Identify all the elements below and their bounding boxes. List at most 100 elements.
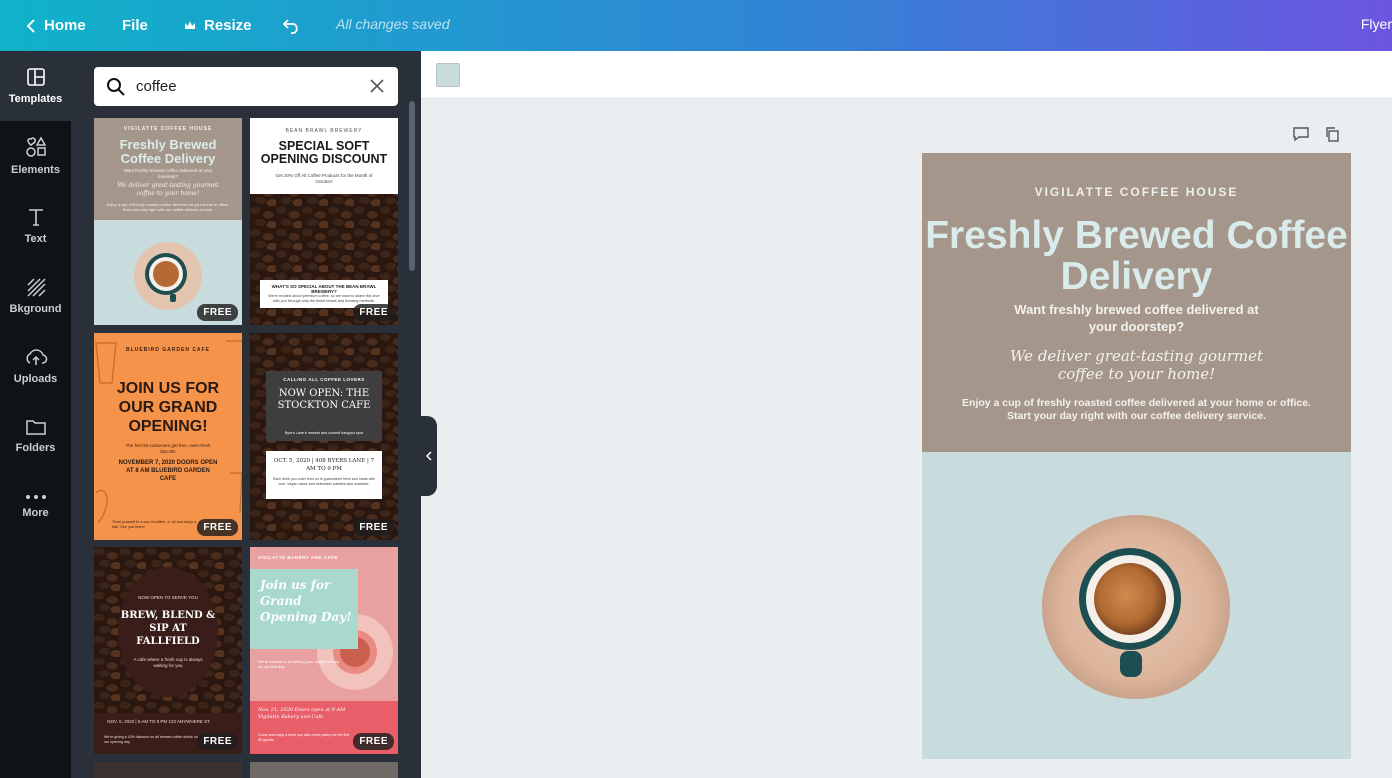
free-badge: FREE [197,519,238,536]
template-thumbnail[interactable]: VIGILATTE COFFEE HOUSE Freshly Brewed Co… [94,118,242,325]
rail-label: Uploads [13,373,58,385]
more-icon [25,495,46,499]
resize-label: Resize [204,17,252,34]
template-thumbnail[interactable] [94,762,242,778]
thumb-card: CALLING ALL COFFEE LOVERS NOW OPEN: THE … [266,371,382,441]
thumb-text: OCT. 5, 2020 | 408 BYERS LANE | 7 AM TO … [273,458,375,472]
duplicate-icon[interactable] [1324,126,1340,142]
template-thumbnail[interactable] [250,762,398,778]
rail-item-background[interactable]: Bkground [0,261,71,331]
thumb-card: OCT. 5, 2020 | 408 BYERS LANE | 7 AM TO … [266,451,382,499]
thumb-title: NOW OPEN: THE STOCKTON CAFE [277,388,371,411]
save-status: All changes saved [336,16,450,32]
rail-label: More [22,507,49,519]
close-icon[interactable] [370,79,384,93]
search-input[interactable] [136,78,356,95]
rail-label: Elements [11,164,60,176]
rail-item-templates[interactable]: Templates [0,51,71,121]
color-swatch[interactable] [436,63,460,87]
chevron-left-icon [26,18,35,33]
rail-item-folders[interactable]: Folders [0,401,71,471]
thumb-text: BLUEBIRD GARDEN CAFE [126,347,210,353]
home-button[interactable]: Home [26,0,86,51]
free-badge: FREE [197,304,238,321]
left-rail: Templates Elements Text Bkground Uploads… [0,51,71,778]
text-icon [28,209,43,226]
rail-label: Text [24,233,47,245]
page-tools [1292,126,1340,142]
undo-icon [282,18,298,34]
thumb-text: CALLING ALL COFFEE LOVERS [283,377,365,382]
comment-icon[interactable] [1292,126,1310,142]
flyer-header: VIGILATTE COFFEE HOUSE Freshly Brewed Co… [922,153,1351,452]
thumb-text: We're excited to be joining your neighbo… [258,659,340,669]
thumb-text: Each drink you order from us is guarante… [272,477,376,486]
uploads-icon [25,349,47,365]
rail-label: Folders [15,442,56,454]
folder-icon [25,420,46,435]
template-thumbnail[interactable]: VIGILATTE BAKERY AND CAFE Join us for Gr… [250,547,398,754]
flyer-subtitle[interactable]: Want freshly brewed coffee delivered at … [1002,301,1271,335]
rail-item-elements[interactable]: Elements [0,121,71,191]
thumb-header: BEAN BRAWL BREWERY SPECIAL SOFT OPENING … [250,118,398,194]
rail-item-more[interactable]: More [0,471,71,541]
collapse-panel-button[interactable] [421,416,437,496]
cup-outline-decoration [95,340,242,524]
thumb-text: NOVEMBER 7, 2020 DOORS OPEN AT 8 AM BLUE… [118,460,218,482]
search-icon [107,78,125,96]
coffee-cup-photo[interactable] [1030,513,1250,703]
thumb-text: We're excited about premium coffee, so w… [268,294,380,303]
thumb-text: BEAN BRAWL BREWERY [285,128,363,134]
thumb-text: A cafe where a fresh cup is always waiti… [133,657,203,668]
thumb-header: VIGILATTE COFFEE HOUSE Freshly Brewed Co… [94,118,242,220]
top-bar: Home File Resize All changes saved Flyer [0,0,1392,51]
thumb-text: VIGILATTE COFFEE HOUSE [123,126,213,132]
flyer-business-name[interactable]: VIGILATTE COFFEE HOUSE [922,185,1351,199]
crown-icon [185,21,195,29]
template-thumbnail[interactable]: NOW OPEN TO SERVE YOU BREW, BLEND & SIP … [94,547,242,754]
rail-item-uploads[interactable]: Uploads [0,331,71,401]
elements-icon [25,136,46,157]
rail-item-text[interactable]: Text [0,191,71,261]
thumb-title: SPECIAL SOFT OPENING DISCOUNT [260,139,388,166]
thumb-title: Join us for Grand Opening Day! [260,578,352,624]
flyer-body-text[interactable]: Enjoy a cup of freshly roasted coffee de… [962,397,1311,423]
thumb-title: JOIN US FOR OUR GRAND OPENING! [116,380,220,435]
thumb-text: WHAT'S SO SPECIAL ABOUT THE BEAN BRAWL B… [271,284,377,294]
document-type[interactable]: Flyer [1361,16,1392,32]
resize-button[interactable]: Resize [184,0,252,51]
template-thumbnail[interactable]: CALLING ALL COFFEE LOVERS NOW OPEN: THE … [250,333,398,540]
templates-icon [26,68,45,86]
thumb-text: We deliver great-tasting gourmet coffee … [117,182,219,197]
template-thumbnail[interactable]: BEAN BRAWL BREWERY SPECIAL SOFT OPENING … [250,118,398,325]
thumb-text: NOV. 5, 2020 | 6 AM TO 9 PM 123 ANYWHERE… [107,719,211,724]
thumb-text: Come and enjoy a fresh cup with a free p… [258,733,350,742]
file-label: File [122,17,148,34]
thumb-card: Join us for Grand Opening Day! [250,569,358,649]
file-menu-button[interactable]: File [122,0,148,51]
thumb-text: Get 20% Off All Coffee Products for the … [275,173,373,184]
free-badge: FREE [197,733,238,750]
chevron-left-icon [426,451,432,461]
template-thumbnail[interactable]: BLUEBIRD GARDEN CAFE JOIN US FOR OUR GRA… [94,333,242,540]
search-box [94,67,398,106]
thumb-text: Want freshly brewed coffee delivered at … [123,168,213,179]
coffee-cup-image [134,242,202,310]
flyer-title[interactable]: Freshly Brewed Coffee Delivery [922,215,1351,297]
rail-label: Bkground [9,303,62,315]
thumb-text: Nov. 21, 2020 Doors open at 9 AM Vigilat… [258,707,346,720]
flyer-canvas[interactable]: VIGILATTE COFFEE HOUSE Freshly Brewed Co… [922,153,1351,759]
undo-button[interactable] [282,0,310,51]
thumb-text: The first 50 customers get free, oven-fr… [125,443,211,454]
thumb-title: BREW, BLEND & SIP AT FALLFIELD [120,610,216,647]
panel-scrollbar[interactable] [409,101,415,271]
thumb-title: Freshly Brewed Coffee Delivery [119,137,217,166]
background-icon [26,278,46,297]
thumb-text: Treat yourself to a cup of coffee, or si… [112,520,197,529]
flyer-tagline[interactable]: We deliver great-tasting gourmet coffee … [992,347,1281,383]
home-label: Home [44,17,86,34]
thumb-text: We're giving a 10% discount on all brewe… [104,735,198,744]
free-badge: FREE [353,519,394,536]
thumb-text: Enjoy a cup of freshly roasted coffee de… [106,202,230,212]
thumb-text: VIGILATTE BAKERY AND CAFE [258,555,339,560]
